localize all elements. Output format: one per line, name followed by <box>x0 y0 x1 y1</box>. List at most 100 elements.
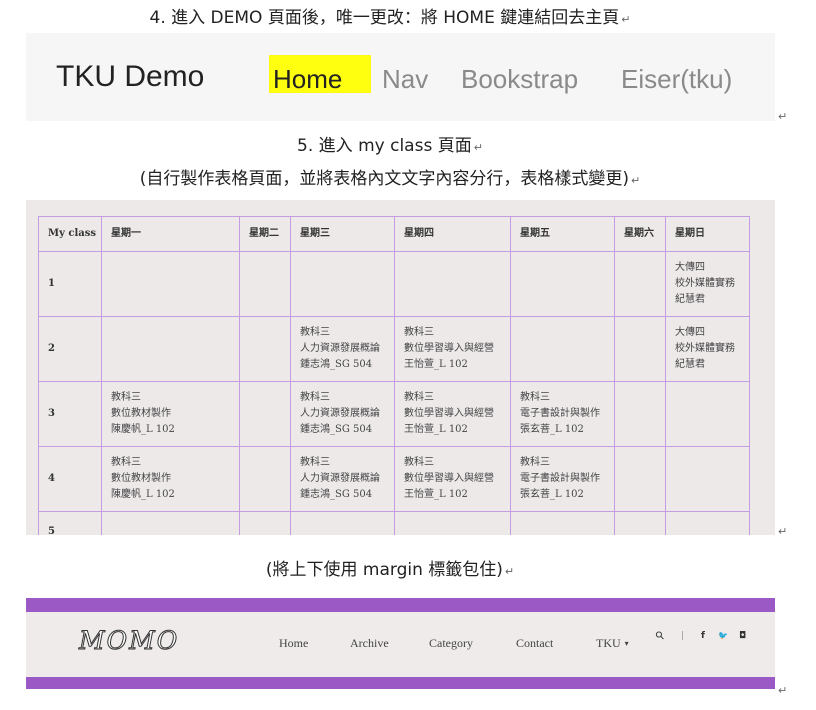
table-cell <box>239 511 291 535</box>
search-icon[interactable]: ⚲ <box>653 628 668 643</box>
divider-icon: | <box>681 631 685 641</box>
table-cell <box>239 316 291 382</box>
table-cell <box>290 511 395 535</box>
return-mark: ↵ <box>473 141 483 154</box>
schedule-table: My class 星期一 星期二 星期三 星期四 星期五 星期六 星期日 1 大傳四 校外媒體實務… <box>38 216 750 535</box>
period-label: 5 <box>38 511 102 535</box>
period-label: 2 <box>38 316 102 382</box>
table-cell: 教科三 電子書設計與製作 張玄菩_L 102 <box>510 446 615 512</box>
step5-title-text: 5. 進入 my class 頁面 <box>297 136 472 156</box>
table-header-cell: 星期日 <box>665 216 750 252</box>
return-mark: ↵ <box>631 174 641 187</box>
cell-line: 大傳四 <box>675 262 705 273</box>
table-header-cell: 星期三 <box>290 216 395 252</box>
table-row: 2 教科三 人力資源發展概論 鍾志鴻_SG 504 教科三 數位學習導入與經營 王怡萱_L … <box>38 316 750 382</box>
cell-line: 王怡萱_L 102 <box>404 359 468 370</box>
cell-line: 教科三 <box>300 327 330 338</box>
cell-line: 教科三 <box>404 327 434 338</box>
cell-line: 數位學習導入與經營 <box>404 473 494 484</box>
table-cell: 教科三 人力資源發展概論 鍾志鴻_SG 504 <box>290 316 395 382</box>
nav-link-nav[interactable]: Nav <box>382 64 428 95</box>
return-mark: ↵ <box>778 684 788 697</box>
table-cell <box>394 251 511 317</box>
table-cell <box>394 511 511 535</box>
table-cell: 大傳四校外媒體實務 紀慧君 <box>665 251 750 317</box>
cell-line: 鍾志鴻_SG 504 <box>300 489 373 500</box>
cell-line: 人力資源發展概論 <box>300 473 380 484</box>
table-header-cell: 星期六 <box>614 216 666 252</box>
step5-description-text: (自行製作表格頁面，並將表格內文文字內容分行，表格樣式變更) <box>139 169 630 189</box>
chevron-down-icon: ▾ <box>624 639 629 648</box>
period-label: 4 <box>38 446 102 512</box>
table-header-cell: 星期二 <box>239 216 291 252</box>
header-top-bar <box>26 598 775 612</box>
instagram-icon[interactable]: ◘ <box>739 631 746 641</box>
step5-description: (自行製作表格頁面，並將表格內文文字內容分行，表格樣式變更) ↵ <box>0 164 780 189</box>
table-cell <box>665 446 750 512</box>
cell-line: 數位教材製作 <box>111 408 171 419</box>
demo-navbar-screenshot: TKU Demo Home Nav Bookstrap Eiser(tku) <box>26 33 775 121</box>
table-row: 5 <box>38 511 750 535</box>
table-cell <box>510 251 615 317</box>
table-cell: 教科三 人力資源發展概論 鍾志鴻_SG 504 <box>290 446 395 512</box>
table-cell <box>101 316 240 382</box>
cell-line: 教科三 <box>520 457 550 468</box>
return-mark: ↵ <box>778 525 788 538</box>
table-cell <box>614 511 666 535</box>
cell-line: 教科三 <box>404 392 434 403</box>
cell-line: 數位學習導入與經營 <box>404 408 494 419</box>
menu-link-contact[interactable]: Contact <box>516 636 553 651</box>
schedule-table-screenshot: My class 星期一 星期二 星期三 星期四 星期五 星期六 星期日 1 大傳四 校外媒體實務… <box>26 200 775 535</box>
table-cell <box>510 316 615 382</box>
menu-link-archive[interactable]: Archive <box>350 636 389 651</box>
cell-line: 陳慶帆_L 102 <box>111 424 175 435</box>
return-mark: ↵ <box>504 565 515 578</box>
table-cell: 教科三 數位學習導入與經營 王怡萱_L 102 <box>394 316 511 382</box>
cell-line: 教科三 <box>111 392 141 403</box>
cell-line: 校外媒體實務 <box>675 343 735 354</box>
nav-link-home[interactable]: Home <box>273 64 342 95</box>
table-cell: 教科三 人力資源發展概論 鍾志鴻_SG 504 <box>290 381 395 447</box>
table-cell <box>614 446 666 512</box>
menu-link-home[interactable]: Home <box>279 636 308 651</box>
nav-link-eiser[interactable]: Eiser(tku) <box>621 64 732 95</box>
table-cell: 教科三 數位教材製作 陳慶帆_L 102 <box>101 446 240 512</box>
momo-logo[interactable]: MOMO <box>78 626 179 656</box>
table-cell <box>239 251 291 317</box>
step4-text: 4. 進入 DEMO 頁面後，唯一更改：將 HOME 鍵連結回去主頁 <box>149 8 620 28</box>
nav-link-bookstrap[interactable]: Bookstrap <box>461 64 578 95</box>
menu-link-category[interactable]: Category <box>429 636 473 651</box>
facebook-icon[interactable]: f <box>701 631 705 641</box>
table-cell: 大傳四 校外媒體實務 紀慧君 <box>665 316 750 382</box>
table-cell <box>665 381 750 447</box>
return-mark: ↵ <box>621 13 631 26</box>
twitter-icon[interactable]: 🐦 <box>718 631 728 640</box>
table-cell <box>510 511 615 535</box>
navbar-brand[interactable]: TKU Demo <box>56 60 204 94</box>
cell-line: 電子書設計與製作 <box>520 473 600 484</box>
table-cell: 教科三 電子書設計與製作 張玄菩_L 102 <box>510 381 615 447</box>
period-label: 3 <box>38 381 102 447</box>
step5-title: 5. 進入 my class 頁面 ↵ <box>0 131 780 156</box>
table-cell <box>614 381 666 447</box>
cell-line: 教科三 <box>300 392 330 403</box>
cell-line: 數位教材製作 <box>111 473 171 484</box>
cell-line: 校外媒體實務 <box>675 278 735 289</box>
cell-line: 人力資源發展概論 <box>300 343 380 354</box>
cell-line: 王怡萱_L 102 <box>404 489 468 500</box>
cell-line: 紀慧君 <box>675 294 705 305</box>
table-cell: 教科三數位教材製作 陳慶帆_L 102 <box>101 381 240 447</box>
menu-dropdown-tku[interactable]: TKU ▾ <box>596 636 629 651</box>
cell-line: 紀慧君 <box>675 359 705 370</box>
cell-line: 人力資源發展概論 <box>300 408 380 419</box>
table-cell <box>239 381 291 447</box>
return-mark: ↵ <box>778 110 788 123</box>
table-row: 4 教科三 數位教材製作 陳慶帆_L 102 教科三 人力資源發展概論 鍾志鴻_SG 504… <box>38 446 750 512</box>
table-header-cell: 星期一 <box>101 216 240 252</box>
table-cell <box>290 251 395 317</box>
cell-line: 教科三 <box>520 392 550 403</box>
step4-caption: 4. 進入 DEMO 頁面後，唯一更改：將 HOME 鍵連結回去主頁 ↵ <box>0 3 780 28</box>
header-bottom-bar <box>26 677 775 689</box>
table-cell <box>101 511 240 535</box>
period-label: 1 <box>38 251 102 317</box>
